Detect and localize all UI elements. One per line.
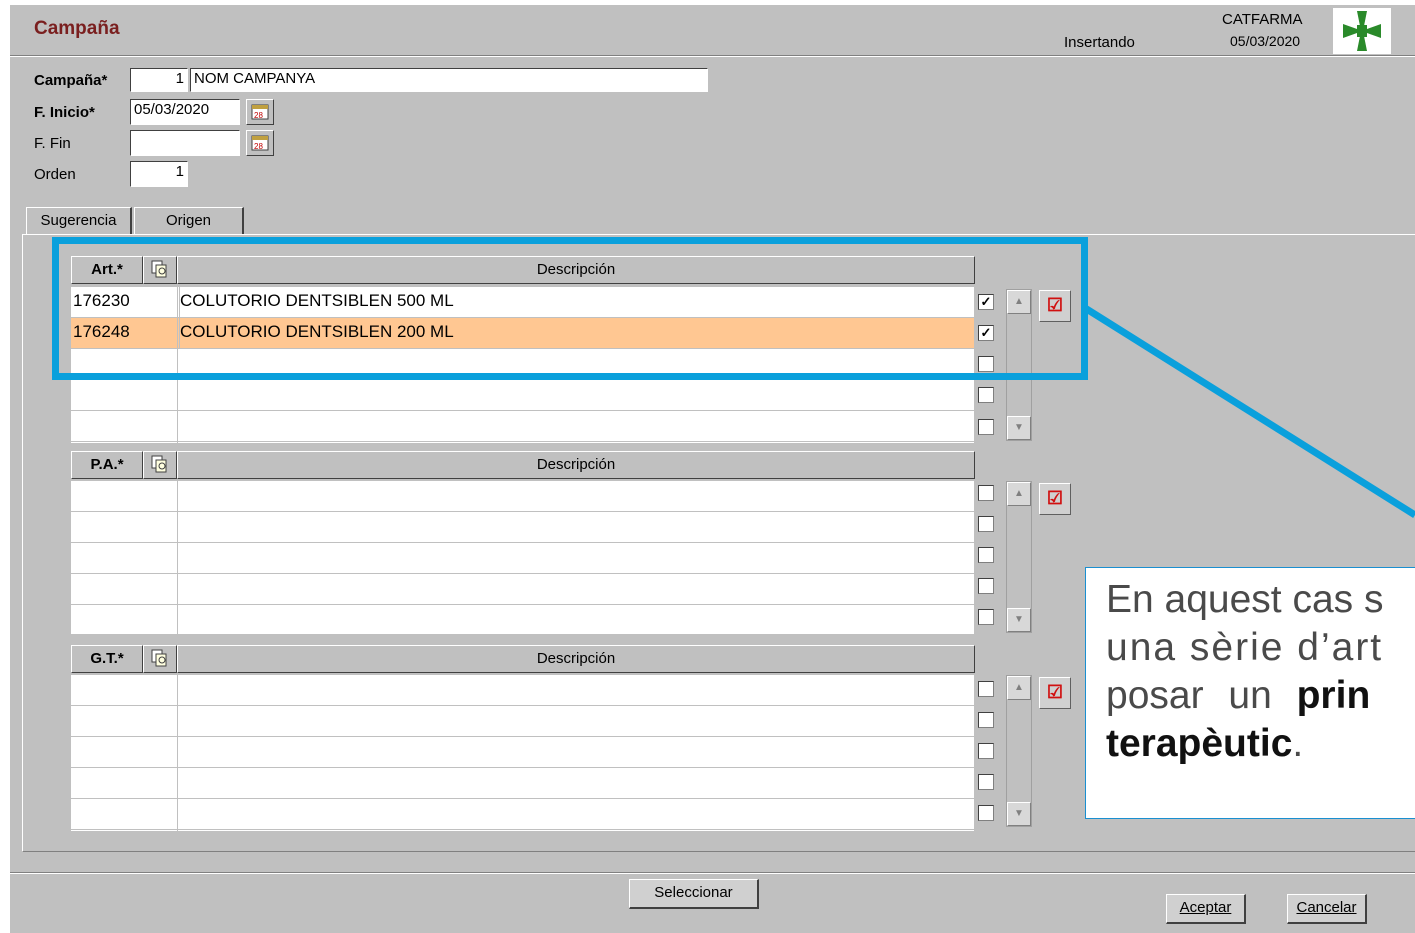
calendar-icon: 28 [251, 104, 269, 120]
table-row[interactable] [71, 737, 974, 768]
svg-text:28: 28 [254, 111, 263, 120]
mode-status: Insertando [1064, 34, 1135, 51]
table-row[interactable] [71, 706, 974, 737]
pa-checkbox[interactable] [978, 578, 994, 594]
start-date-label: F. Inicio* [34, 104, 95, 121]
calendar-icon: 28 [251, 135, 269, 151]
uncheck-all-icon: ☑ [1046, 682, 1064, 702]
table-row[interactable] [71, 799, 974, 830]
table-row[interactable] [71, 675, 974, 706]
gt-checkbox[interactable] [978, 712, 994, 728]
article-checkbox[interactable] [978, 387, 994, 403]
annotation-line-4-text: . [1292, 722, 1304, 765]
table-row[interactable] [71, 411, 974, 442]
accept-button[interactable]: Aceptar [1166, 894, 1246, 924]
accept-label: Aceptar [1179, 899, 1232, 916]
start-calendar-button[interactable]: 28 [246, 99, 274, 125]
svg-text:28: 28 [254, 142, 263, 151]
table-row[interactable] [71, 512, 974, 543]
column-divider [177, 675, 178, 831]
table-row[interactable] [71, 481, 974, 512]
company-name: CATFARMA [1222, 11, 1303, 28]
copy-search-icon [151, 649, 167, 667]
annotation-line-4-bold: terapèutic [1106, 722, 1293, 765]
annotation-line-3-text: posar un [1106, 674, 1297, 717]
gt-checkbox[interactable] [978, 681, 994, 697]
article-checkbox[interactable] [978, 419, 994, 435]
green-cross-icon [1333, 8, 1391, 54]
scroll-down-icon[interactable]: ▼ [1007, 416, 1031, 440]
end-calendar-button[interactable]: 28 [246, 130, 274, 156]
campaign-number-field[interactable]: 1 [130, 68, 188, 92]
window-title: Campaña [34, 18, 120, 39]
start-date-field[interactable]: 05/03/2020 [130, 99, 240, 125]
table-row[interactable] [71, 543, 974, 574]
gt-checkbox[interactable] [978, 805, 994, 821]
pa-checkbox[interactable] [978, 609, 994, 625]
annotation-line-3: posar un prin [1106, 672, 1415, 720]
table-row[interactable] [71, 574, 974, 605]
scroll-up-icon[interactable]: ▲ [1007, 676, 1031, 700]
gt-scrollbar[interactable]: ▲ ▼ [1006, 675, 1032, 827]
footer-separator [10, 872, 1415, 874]
order-label: Orden [34, 166, 76, 183]
cancel-button[interactable]: Cancelar [1287, 894, 1367, 924]
gt-desc-header[interactable]: Descripción [177, 645, 975, 673]
scroll-down-icon[interactable]: ▼ [1007, 802, 1031, 826]
gt-grid [71, 675, 974, 831]
pa-checkbox[interactable] [978, 485, 994, 501]
pa-code-header[interactable]: P.A.* [71, 451, 143, 479]
column-divider [177, 481, 178, 634]
tab-origen[interactable]: Origen [134, 207, 244, 235]
copy-search-icon [151, 455, 167, 473]
highlight-box [52, 237, 1088, 380]
annotation-note: En aquest cas s una sèrie d’art posar un… [1085, 567, 1415, 819]
annotation-line-1: En aquest cas s [1106, 578, 1384, 621]
table-row[interactable] [71, 605, 974, 636]
callout-connector [1083, 305, 1415, 518]
pa-search-button[interactable] [143, 451, 177, 479]
annotation-line-3-bold: prin [1296, 674, 1371, 717]
pa-checkbox[interactable] [978, 516, 994, 532]
current-date: 05/03/2020 [1230, 33, 1301, 49]
annotation-line-4: terapèutic. [1106, 720, 1415, 768]
select-button[interactable]: Seleccionar [629, 879, 759, 909]
scroll-down-icon[interactable]: ▼ [1007, 608, 1031, 632]
order-field[interactable]: 1 [130, 161, 188, 187]
uncheck-all-icon: ☑ [1046, 488, 1064, 508]
scroll-up-icon[interactable]: ▲ [1007, 482, 1031, 506]
end-date-field[interactable] [130, 130, 240, 156]
pa-checkbox[interactable] [978, 547, 994, 563]
table-row[interactable] [71, 380, 974, 411]
gt-code-header[interactable]: G.T.* [71, 645, 143, 673]
gt-search-button[interactable] [143, 645, 177, 673]
campaign-label: Campaña* [34, 72, 108, 89]
pa-uncheck-button[interactable]: ☑ [1039, 483, 1071, 515]
campaign-name-field[interactable]: NOM CAMPANYA [190, 68, 708, 92]
pa-scrollbar[interactable]: ▲ ▼ [1006, 481, 1032, 633]
tab-sugerencia[interactable]: Sugerencia [26, 207, 132, 235]
gt-checkbox[interactable] [978, 743, 994, 759]
gt-uncheck-button[interactable]: ☑ [1039, 677, 1071, 709]
cancel-label: Cancelar [1296, 899, 1357, 916]
pa-grid [71, 481, 974, 636]
end-date-label: F. Fin [34, 135, 71, 152]
annotation-line-2: una sèrie d’art [1106, 626, 1384, 669]
header-separator [10, 55, 1415, 57]
table-row[interactable] [71, 768, 974, 799]
gt-checkbox[interactable] [978, 774, 994, 790]
pa-desc-header[interactable]: Descripción [177, 451, 975, 479]
